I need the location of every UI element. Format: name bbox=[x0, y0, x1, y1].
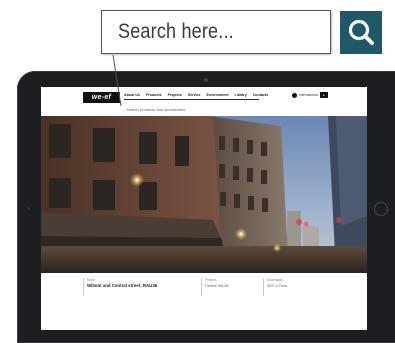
callout-pointer bbox=[112, 54, 122, 107]
